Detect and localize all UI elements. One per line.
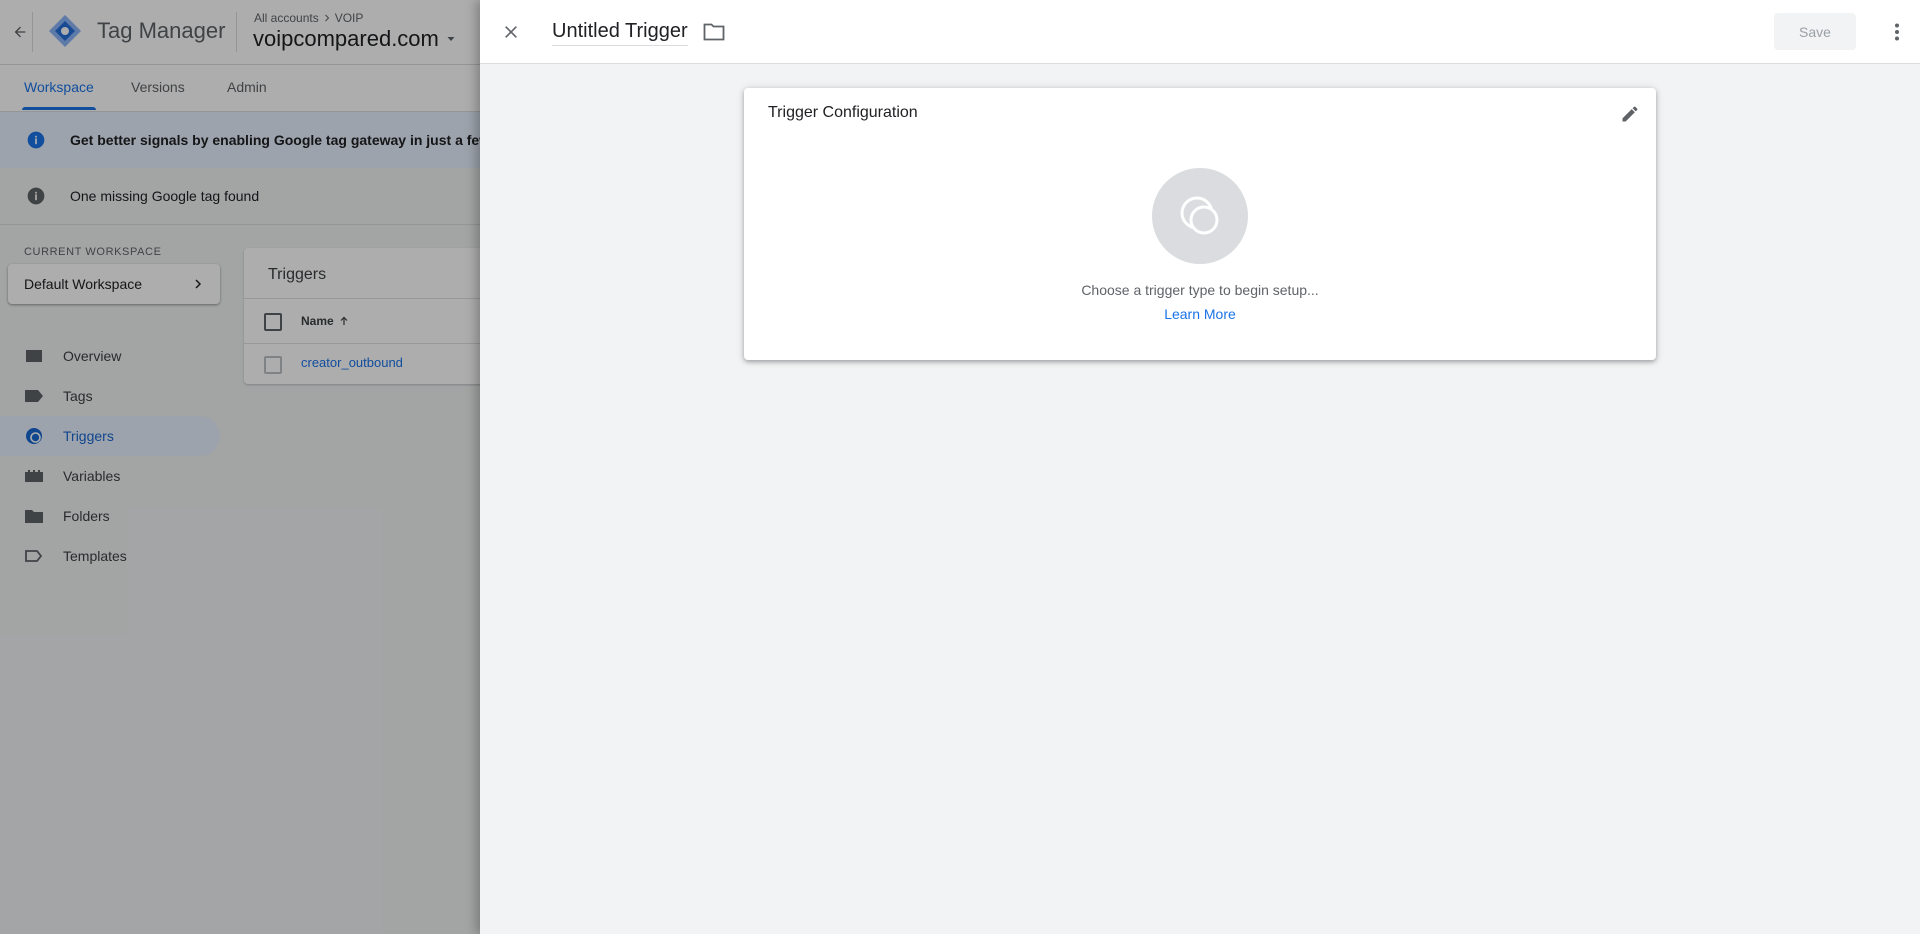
trigger-editor-header: Untitled Trigger Save <box>480 0 1920 64</box>
folder-button[interactable] <box>702 20 726 44</box>
trigger-configuration-title: Trigger Configuration <box>768 104 918 121</box>
trigger-type-icon <box>1180 196 1219 235</box>
close-icon <box>505 26 517 38</box>
more-options-button[interactable] <box>1880 15 1914 49</box>
trigger-name-input[interactable]: Untitled Trigger <box>552 20 688 46</box>
close-button[interactable] <box>494 15 528 49</box>
learn-more-link[interactable]: Learn More <box>744 306 1656 322</box>
trigger-type-hint: Choose a trigger type to begin setup... <box>1081 282 1319 298</box>
trigger-editor-sheet: Untitled Trigger Save Trigger Configurat… <box>480 0 1920 934</box>
trigger-configuration-card[interactable]: Trigger Configuration Choose a trigger t… <box>744 88 1656 360</box>
pencil-icon <box>1622 106 1638 122</box>
more-vert-icon <box>1895 23 1899 41</box>
choose-trigger-type-button[interactable] <box>1152 168 1248 264</box>
save-button[interactable]: Save <box>1774 13 1856 50</box>
folder-outline-icon <box>703 23 725 41</box>
edit-button[interactable] <box>1616 100 1644 128</box>
